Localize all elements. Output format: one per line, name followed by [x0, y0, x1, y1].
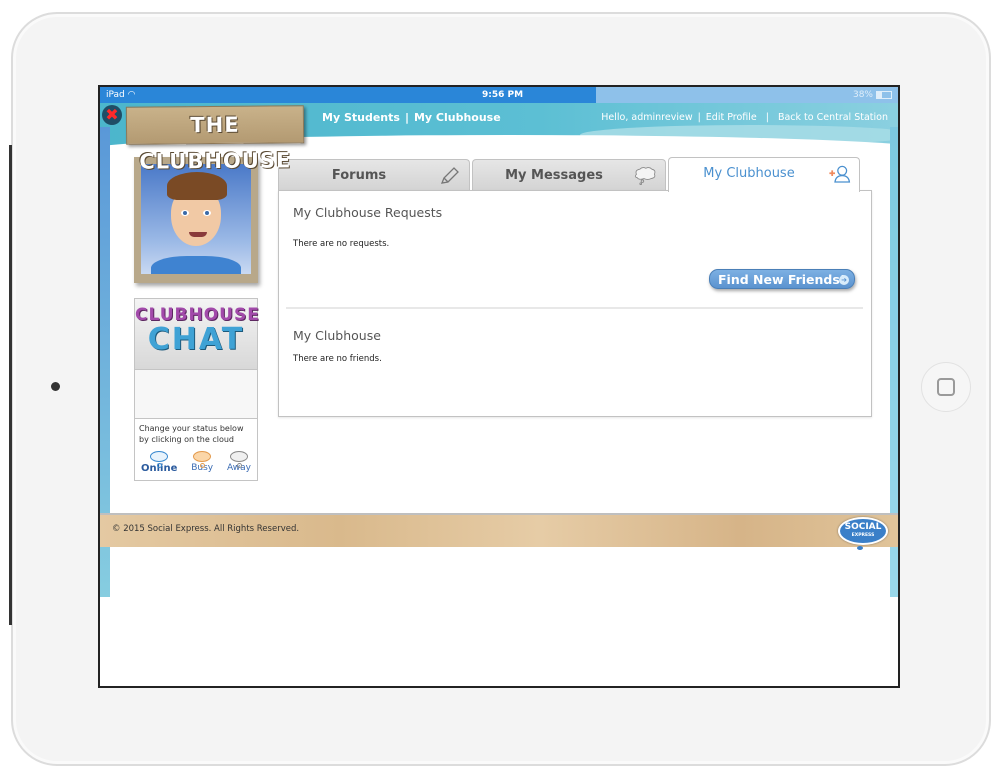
tab-label: My Clubhouse — [703, 166, 795, 181]
tab-forums[interactable]: Forums — [278, 159, 470, 191]
social-express-logo[interactable]: SOCIAL EXPRESS — [838, 517, 888, 545]
home-square-icon — [937, 378, 955, 396]
thought-bubble-icon — [634, 167, 656, 185]
ios-status-bar: iPad ◠ 9:56 PM 38% — [100, 87, 898, 103]
status-away[interactable]: Away — [227, 451, 251, 474]
clubhouse-logo[interactable]: THE CLUBHOUSE — [125, 105, 305, 174]
greeting: Hello, adminreview — [601, 112, 693, 123]
find-button-label: Find New Friends! — [718, 272, 846, 287]
brand-line1: SOCIAL — [844, 522, 882, 532]
clubhouse-content-panel: My Clubhouse Requests There are no reque… — [278, 190, 872, 417]
home-button[interactable] — [921, 362, 971, 412]
requests-heading: My Clubhouse Requests — [293, 205, 443, 220]
friends-empty-text: There are no friends. — [293, 354, 382, 364]
status-busy[interactable]: Busy — [191, 451, 213, 474]
battery-icon — [876, 90, 892, 99]
nav-separator: | — [697, 112, 701, 123]
find-new-friends-button[interactable]: Find New Friends! ➜ — [709, 269, 855, 289]
account-nav: Hello, adminreview | Edit Profile | Back to … — [601, 112, 888, 123]
back-to-central-station-link[interactable]: Back to Central Station — [778, 112, 888, 123]
section-divider — [286, 307, 863, 309]
nav-my-students[interactable]: My Students — [322, 111, 400, 124]
clubhouse-chat-panel: CLUBHOUSE CHAT Change your status below … — [134, 298, 259, 481]
online-cloud-icon — [150, 451, 169, 468]
friends-heading: My Clubhouse — [293, 328, 381, 343]
status-selector: Change your status below by clicking on … — [135, 419, 257, 478]
tab-my-messages[interactable]: My Messages — [472, 159, 666, 191]
volume-button — [9, 145, 12, 625]
status-online[interactable]: Online — [141, 451, 177, 474]
avatar — [141, 164, 251, 274]
away-cloud-icon — [229, 451, 248, 468]
site-header: ✖ THE CLUBHOUSE My Students | My Clubhouse… — [100, 103, 898, 175]
primary-nav: My Students | My Clubhouse — [322, 111, 501, 124]
pencil-icon — [440, 167, 459, 184]
clubhouse-chat-logo: CLUBHOUSE CHAT — [135, 299, 259, 370]
status-help-text: Change your status below by clicking on … — [139, 424, 244, 444]
tab-my-clubhouse[interactable]: My Clubhouse — [668, 157, 860, 192]
battery-percent: 38% — [852, 90, 873, 100]
brand-line2: EXPRESS — [851, 533, 875, 538]
copyright-text: © 2015 Social Express. All Rights Reserv… — [112, 524, 300, 534]
requests-empty-text: There are no requests. — [293, 239, 390, 249]
chat-logo-line2: CHAT — [147, 322, 245, 357]
tab-label: My Messages — [505, 168, 603, 183]
nav-separator: | — [404, 111, 409, 124]
device-name: iPad — [106, 90, 125, 100]
tab-bar: Forums My Messages My Clubhouse — [278, 157, 873, 192]
nav-separator: | — [765, 112, 769, 123]
site-footer: © 2015 Social Express. All Rights Reserv… — [100, 513, 898, 550]
app-screen: iPad ◠ 9:56 PM 38% ✖ THE CLUBHOUSE My St… — [98, 85, 900, 688]
clock: 9:56 PM — [482, 90, 524, 100]
wifi-icon: ◠ — [127, 90, 136, 100]
nav-my-clubhouse[interactable]: My Clubhouse — [414, 111, 501, 124]
tab-label: Forums — [331, 168, 387, 183]
logo-bubble-dot — [857, 546, 863, 550]
close-icon[interactable]: ✖ — [102, 105, 122, 125]
arrow-right-icon: ➜ — [839, 275, 849, 285]
front-camera — [51, 382, 60, 391]
add-friend-icon — [829, 165, 851, 183]
edit-profile-link[interactable]: Edit Profile — [706, 112, 757, 123]
chat-friends-list — [135, 370, 257, 419]
busy-cloud-icon — [193, 451, 212, 468]
